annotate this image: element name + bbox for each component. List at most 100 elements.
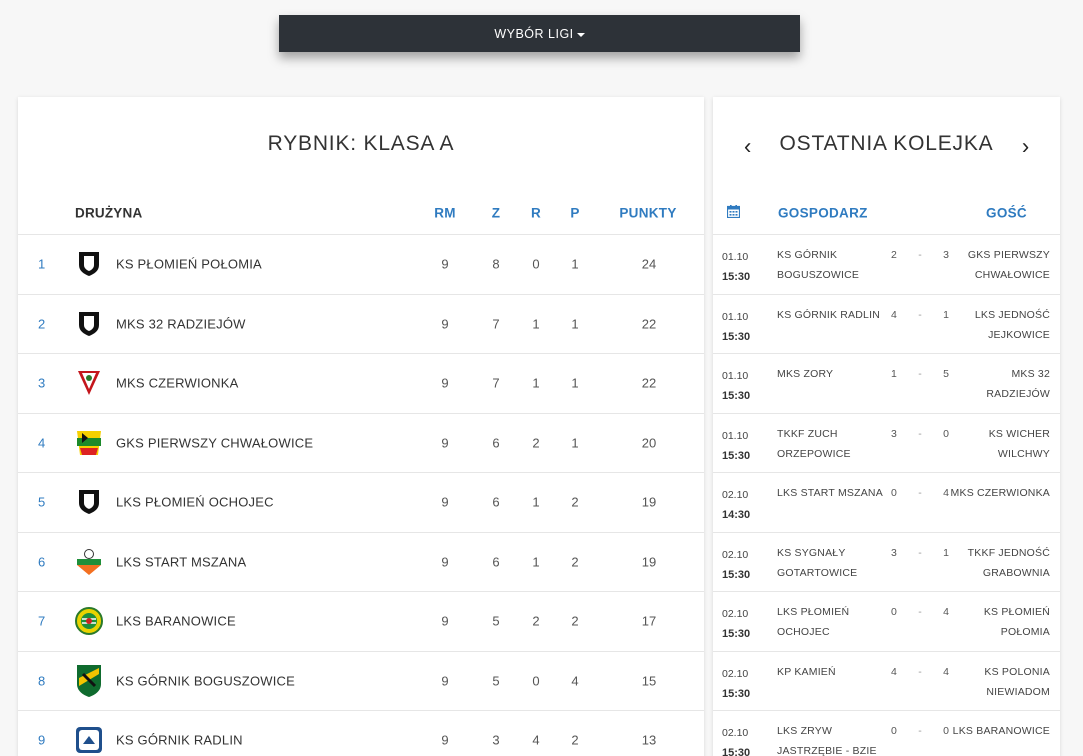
match-date: 01.10 [722, 251, 749, 263]
draws: 1 [532, 375, 540, 391]
team-position: 2 [38, 316, 46, 332]
league-selector-button[interactable]: WYBÓR LIGI [279, 15, 800, 52]
match-date: 02.10 [722, 608, 749, 620]
score-separator: - [918, 368, 922, 380]
home-score: 0 [891, 606, 897, 618]
wins: 8 [492, 256, 500, 272]
table-row[interactable]: 3 MKS CZERWIONKA 9 7 1 1 22 [18, 353, 704, 413]
match-row[interactable]: 02.10 15:30 KP KAMIEŃ 4 - 4 KS POLONIA NIEWIAD… [713, 650, 1060, 711]
match-score: 4 - 4 [891, 662, 949, 682]
team-position: 9 [38, 732, 46, 748]
match-row[interactable]: 01.10 15:30 TKKF ZUCH ORZEPOWICE 3 - 0 KS WICH… [713, 412, 1060, 473]
draws: 1 [532, 316, 540, 332]
draws: 0 [532, 256, 540, 272]
team-name[interactable]: LKS BARANOWICE [116, 614, 236, 629]
chevron-left-icon[interactable]: ‹ [744, 134, 752, 160]
wins: 7 [492, 316, 500, 332]
points: 22 [641, 375, 657, 391]
matches-played: 9 [441, 494, 449, 510]
score-separator: - [918, 725, 922, 737]
matches-played: 9 [441, 554, 449, 570]
wins: 6 [492, 494, 500, 510]
match-row[interactable]: 02.10 15:30 LKS PŁOMIEŃ OCHOJEC 0 - 4 KS PŁOMI… [713, 591, 1060, 651]
match-row[interactable]: 02.10 15:30 LKS ZRYW JASTRZĘBIE - BZIE 0-0 L… [713, 710, 1060, 756]
home-team: KS GÓRNIK RADLIN [777, 308, 880, 321]
points: 19 [641, 554, 657, 570]
home-score: 1 [891, 368, 897, 380]
round-title: OSTATNIA KOLEJKA [779, 132, 994, 155]
losses: 2 [571, 494, 579, 510]
losses: 1 [571, 256, 579, 272]
team-name[interactable]: GKS PIERWSZY CHWAŁOWICE [116, 435, 313, 450]
team-name[interactable]: LKS START MSZANA [116, 554, 246, 569]
table-row[interactable]: 2 MKS 32 RADZIEJÓW 9 7 1 1 22 [18, 293, 704, 354]
team-logo-icon [74, 664, 104, 697]
match-row[interactable]: 02.10 15:30 KS SYGNAŁY GOTARTOWICE 3 - 1 TKKF … [713, 531, 1060, 592]
round-header: GOSPODARZ GOŚĆ [713, 191, 1060, 234]
table-row[interactable]: 9 KS GÓRNIK RADLIN 9 3 4 2 13 [18, 710, 704, 756]
match-datetime: 01.10 15:30 [722, 366, 750, 406]
team-logo-icon [74, 606, 104, 636]
match-datetime: 01.10 15:30 [722, 307, 750, 347]
team-name[interactable]: KS GÓRNIK RADLIN [116, 733, 243, 748]
table-row[interactable]: 5 LKS PŁOMIEŃ OCHOJEC 9 6 1 2 19 [18, 472, 704, 532]
wins: 5 [492, 673, 500, 689]
header-r: R [530, 205, 542, 220]
points: 20 [641, 435, 657, 451]
table-row[interactable]: 1 KS PŁOMIEŃ POŁOMIA 9 8 0 1 24 [18, 234, 704, 294]
team-name[interactable]: MKS 32 RADZIEJÓW [116, 316, 246, 331]
match-row[interactable]: 01.10 15:30 KS GÓRNIK RADLIN 4 - 1 LKS JEDNOŚĆ… [713, 293, 1060, 354]
match-row[interactable]: 02.10 14:30 LKS START MSZANA 0 - 4 MKS CZERWIO… [713, 472, 1060, 532]
points: 19 [641, 494, 657, 510]
match-datetime: 02.10 15:30 [722, 723, 750, 756]
score-separator: - [918, 249, 922, 261]
table-row[interactable]: 6 LKS START MSZANA 9 6 1 2 19 [18, 531, 704, 592]
home-team: LKS START MSZANA [777, 487, 883, 499]
losses: 2 [571, 613, 579, 629]
away-team: GKS PIERWSZY CHWAŁOWICE [967, 249, 1050, 281]
match-score: 1 - 5 [891, 364, 949, 384]
team-name[interactable]: LKS PŁOMIEŃ OCHOJEC [116, 495, 274, 510]
match-date: 01.10 [722, 310, 749, 323]
match-date: 02.10 [722, 489, 749, 501]
matches-played: 9 [441, 673, 449, 689]
points: 17 [641, 613, 657, 629]
wins: 3 [492, 732, 500, 748]
table-row[interactable]: 8 KS GÓRNIK BOGUSZOWICE 9 5 0 4 15 [18, 650, 704, 711]
table-row[interactable]: 7 LKS BARANOWICE 9 5 2 2 17 [18, 591, 704, 651]
points: 13 [641, 732, 657, 748]
home-team: TKKF ZUCH ORZEPOWICE [777, 427, 851, 460]
match-score: 3 - 1 [891, 543, 949, 563]
match-row[interactable]: 01.10 15:30 MKS ZORY 1 - 5 MKS 32 RADZIEJÓW [713, 353, 1060, 413]
team-name[interactable]: KS PŁOMIEŃ POŁOMIA [116, 257, 262, 272]
home-score: 4 [891, 665, 897, 678]
round-title-bar: ‹ OSTATNIA KOLEJKA › [713, 97, 1060, 191]
points: 24 [641, 256, 657, 272]
match-date: 01.10 [722, 370, 749, 382]
home-score: 2 [891, 249, 897, 261]
match-time: 15:30 [722, 271, 751, 283]
team-name[interactable]: MKS CZERWIONKA [116, 376, 238, 391]
match-score: 0 - 0 [891, 721, 949, 741]
losses: 1 [571, 375, 579, 391]
score-separator: - [918, 427, 922, 440]
away-team: MKS CZERWIONKA [950, 487, 1050, 499]
wins: 6 [492, 554, 500, 570]
match-time: 15:30 [722, 390, 751, 402]
match-time: 15:30 [722, 449, 751, 462]
chevron-right-icon[interactable]: › [1022, 134, 1030, 160]
team-name[interactable]: KS GÓRNIK BOGUSZOWICE [116, 673, 295, 688]
header-points: PUNKTY [619, 205, 677, 220]
header-z: Z [491, 205, 501, 220]
losses: 1 [571, 316, 579, 332]
losses: 2 [571, 732, 579, 748]
match-row[interactable]: 01.10 15:30 KS GÓRNIK BOGUSZOWICE 2 - 3 GKS PI… [713, 234, 1060, 294]
match-time: 15:30 [722, 330, 751, 343]
team-logo-icon [74, 725, 104, 755]
matches-played: 9 [441, 613, 449, 629]
away-score: 3 [943, 249, 949, 261]
score-separator: - [918, 606, 922, 618]
table-row[interactable]: 4 GKS PIERWSZY CHWAŁOWICE 9 6 2 1 20 [18, 412, 704, 473]
team-logo-icon [74, 428, 104, 458]
wins: 7 [492, 375, 500, 391]
